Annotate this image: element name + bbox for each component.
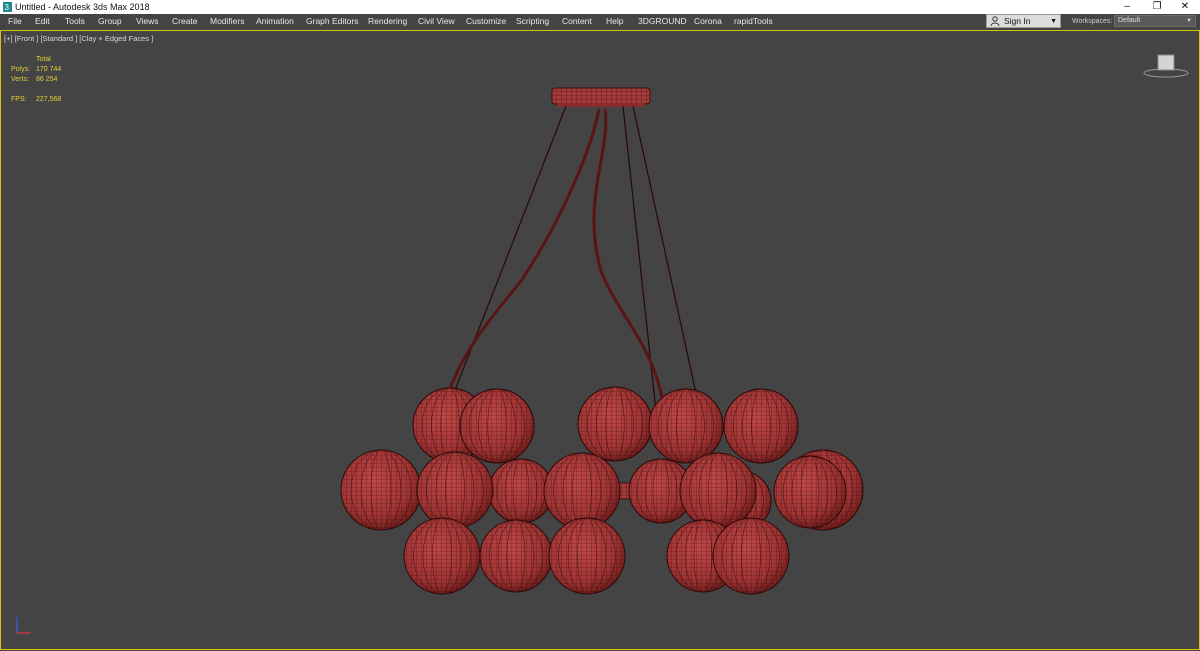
- menu-3dground[interactable]: 3DGROUND: [638, 15, 687, 27]
- menu-help[interactable]: Help: [606, 15, 623, 27]
- menu-customize[interactable]: Customize: [466, 15, 506, 27]
- front-viewport[interactable]: [+] [Front ] [Standard ] [Clay + Edged F…: [0, 30, 1200, 650]
- menu-graph-editors[interactable]: Graph Editors: [306, 15, 358, 27]
- minimize-button[interactable]: –: [1112, 0, 1142, 14]
- globe: [459, 388, 535, 464]
- menu-file[interactable]: File: [8, 15, 22, 27]
- menu-rendering[interactable]: Rendering: [368, 15, 407, 27]
- menu-content[interactable]: Content: [562, 15, 592, 27]
- menu-group[interactable]: Group: [98, 15, 122, 27]
- globe: [723, 388, 799, 464]
- menu-views[interactable]: Views: [136, 15, 159, 27]
- menu-rapidtools[interactable]: rapidTools: [734, 15, 773, 27]
- viewport-label[interactable]: [+] [Front ] [Standard ] [Clay + Edged F…: [4, 34, 153, 44]
- axis-gizmo-icon: [16, 617, 31, 634]
- fps-label: FPS:: [11, 96, 27, 103]
- verts-value: 86 254: [36, 76, 58, 83]
- globe: [712, 517, 790, 595]
- globe: [548, 517, 626, 595]
- menu-corona[interactable]: Corona: [694, 15, 722, 27]
- menu-tools[interactable]: Tools: [65, 15, 85, 27]
- window-title: Untitled - Autodesk 3ds Max 2018: [15, 2, 150, 12]
- user-icon: [990, 16, 1000, 26]
- menu-scripting[interactable]: Scripting: [516, 15, 549, 27]
- globe: [479, 519, 553, 593]
- polys-label: Polys:: [11, 66, 31, 73]
- viewcube-icon[interactable]: [1141, 51, 1191, 81]
- svg-text:3: 3: [5, 3, 10, 12]
- workspaces-label: Workspaces:: [1072, 18, 1113, 25]
- workspaces-select[interactable]: Default ▼: [1114, 15, 1196, 27]
- menu-create[interactable]: Create: [172, 15, 198, 27]
- globe: [403, 517, 481, 595]
- globe: [340, 449, 422, 531]
- globe: [648, 388, 724, 464]
- sign-in-dropdown[interactable]: Sign In ▼: [986, 14, 1061, 28]
- close-button[interactable]: ✕: [1170, 0, 1200, 14]
- globe: [488, 458, 554, 524]
- chevron-down-icon: ▼: [1050, 18, 1057, 25]
- 3ds-max-app-icon: 3: [3, 2, 12, 12]
- globe: [679, 452, 757, 530]
- verts-label: Verts:: [11, 76, 29, 83]
- menu-edit[interactable]: Edit: [35, 15, 50, 27]
- title-bar: 3 Untitled - Autodesk 3ds Max 2018 – ❐ ✕: [0, 0, 1200, 14]
- workspaces-value: Default: [1118, 17, 1141, 24]
- sign-in-label: Sign In: [1004, 16, 1031, 26]
- fps-value: 227,568: [36, 96, 62, 103]
- globe: [773, 455, 847, 529]
- chevron-down-icon: ▼: [1186, 18, 1192, 24]
- polys-value: 170 744: [36, 66, 62, 73]
- menu-modifiers[interactable]: Modifiers: [210, 15, 244, 27]
- chandelier-model: [340, 87, 864, 595]
- globe: [543, 452, 621, 530]
- globe: [416, 451, 494, 529]
- menu-civil-view[interactable]: Civil View: [418, 15, 455, 27]
- menu-animation[interactable]: Animation: [256, 15, 294, 27]
- glass-globes: [340, 386, 864, 595]
- stats-header: Total: [36, 56, 51, 63]
- ceiling-canopy: [551, 87, 651, 107]
- restore-button[interactable]: ❐: [1142, 0, 1172, 14]
- globe: [577, 386, 653, 462]
